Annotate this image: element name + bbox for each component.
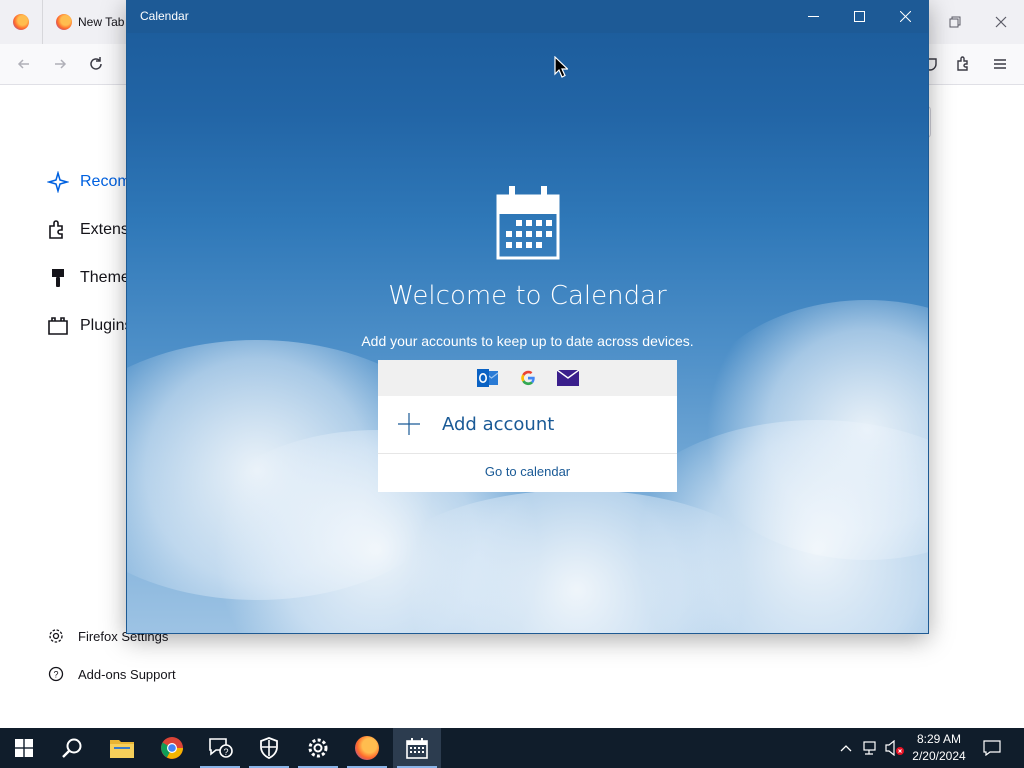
taskbar-clock[interactable]: 8:29 AM 2/20/2024 [905,731,973,765]
start-button[interactable] [0,728,48,768]
sidebar-item-label: Extensi [80,221,133,238]
clock-time: 8:29 AM [916,732,962,746]
go-to-calendar-link[interactable]: Go to calendar [378,464,677,479]
clock-date: 2/20/2024 [912,749,966,763]
close-icon[interactable] [882,0,928,33]
notifications-icon[interactable] [980,728,1004,768]
svg-text:?: ? [53,670,58,680]
menu-hamburger-icon[interactable] [988,52,1012,76]
taskbar-security[interactable] [245,728,293,768]
calendar-icon [495,184,561,262]
outlook-icon [477,367,499,389]
network-icon[interactable] [860,728,882,768]
volume-muted-icon[interactable] [884,728,906,768]
taskbar-feedback-hub[interactable]: ? [196,728,244,768]
plus-icon [398,413,420,435]
puzzle-icon [46,218,70,242]
sparkle-icon [46,170,70,194]
mouse-cursor-icon [554,56,568,78]
calendar-icon [406,738,428,759]
sidebar-item-recommendations[interactable]: Recom [46,168,131,196]
support-label: Add-ons Support [78,666,176,682]
calendar-window: Calendar Welcome to Calendar Add your ac… [127,0,928,633]
search-icon [62,738,82,758]
maximize-icon[interactable] [836,0,882,33]
welcome-subtitle: Add your accounts to keep up to date acr… [361,333,694,349]
provider-strip [378,360,677,396]
sidebar-item-label: Recom [80,173,131,190]
firefox-favicon-icon [56,14,72,30]
svg-text:?: ? [223,747,228,757]
extensions-icon[interactable] [952,52,976,76]
taskbar-firefox[interactable] [343,728,391,768]
taskbar: ? 8:29 AM 2/20/2024 [0,728,1024,768]
gear-icon [46,626,66,646]
tab-label: New Tab [78,15,125,29]
chrome-icon [161,737,183,759]
search-button[interactable] [48,728,96,768]
shield-icon [260,737,278,759]
gear-icon [308,738,328,758]
restore-icon[interactable] [943,10,967,34]
firefox-icon [355,736,379,760]
sidebar-item-extensions[interactable]: Extensi [46,216,132,244]
show-hidden-icons-chevron-up-icon[interactable] [836,728,856,768]
brush-icon [46,266,70,290]
minimize-icon[interactable] [790,0,836,33]
close-icon[interactable] [989,10,1013,34]
taskbar-chrome[interactable] [148,728,196,768]
sidebar-item-themes[interactable]: Theme [46,264,130,292]
sidebar-item-label: Plugins [80,317,133,334]
welcome-heading: Welcome to Calendar [388,281,667,311]
taskbar-calendar[interactable] [393,728,441,768]
folder-icon [110,740,134,758]
windows-logo-icon [15,739,33,757]
google-icon [517,367,539,389]
forward-arrow-icon[interactable] [48,52,72,76]
back-arrow-icon[interactable] [12,52,36,76]
calendar-title-bar[interactable]: Calendar [127,0,928,33]
addons-support-link[interactable]: ? Add-ons Support [46,664,176,684]
account-card: Add account Go to calendar [378,360,677,492]
window-title: Calendar [140,9,189,23]
taskbar-settings[interactable] [294,728,342,768]
taskbar-file-explorer[interactable] [98,728,146,768]
sidebar-item-label: Theme [80,269,130,286]
divider [378,453,677,454]
add-account-button[interactable]: Add account [378,396,677,452]
add-account-label: Add account [442,413,555,435]
mail-icon [557,367,579,389]
pinned-tab[interactable] [0,0,43,44]
firefox-favicon-icon [13,14,29,30]
reload-icon[interactable] [84,52,108,76]
feedback-icon: ? [209,738,233,758]
folder-icon [46,314,70,338]
help-icon: ? [46,664,66,684]
sidebar-item-plugins[interactable]: Plugins [46,312,132,340]
